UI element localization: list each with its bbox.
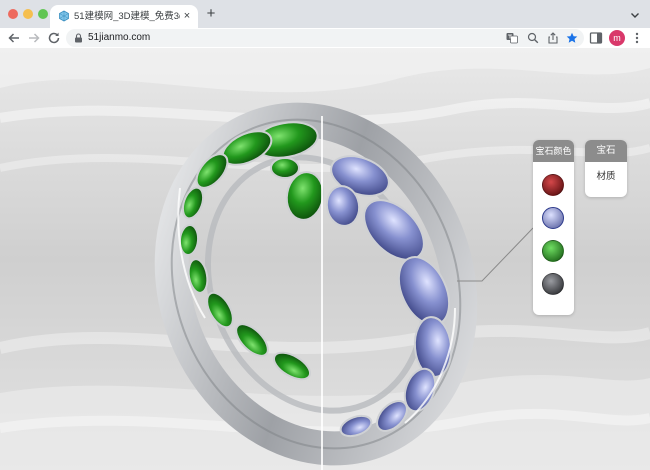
window-close-button[interactable] [8,9,18,19]
material-panel-title[interactable]: 宝石 [585,140,627,162]
gem-color-panel: 宝石颜色 [533,140,574,315]
window-minimize-button[interactable] [23,9,33,19]
back-arrow-icon[interactable] [6,30,22,46]
material-option[interactable]: 材质 [585,170,627,184]
lock-icon[interactable] [74,33,83,43]
swatch-emerald[interactable] [542,240,564,262]
swatch-black[interactable] [542,273,564,295]
new-tab-button[interactable]: + [204,6,218,21]
translate-icon[interactable] [506,32,518,44]
url-text[interactable]: 51jianmo.com [88,31,150,45]
swatch-ruby[interactable] [542,174,564,196]
bookmark-star-icon[interactable] [566,32,578,44]
forward-arrow-icon[interactable] [26,30,42,46]
gem-color-panel-title: 宝石颜色 [533,140,574,162]
tab-close-icon[interactable]: × [181,10,193,22]
more-menu-icon[interactable] [630,31,644,45]
tab-search-chevron-icon[interactable] [628,8,642,22]
site-favicon-icon [59,10,69,22]
tab-strip: 51建模网_3D建模_免费3d模型下载 × + [0,0,650,28]
zoom-icon[interactable] [527,32,539,44]
tab-title: 51建模网_3D建模_免费3d模型下载 [74,11,180,22]
swatch-sapphire[interactable] [542,207,564,229]
browser-tab[interactable]: 51建模网_3D建模_免费3d模型下载 × [50,5,198,28]
browser-toolbar: 51jianmo.com m [0,28,650,48]
address-bar[interactable]: 51jianmo.com [66,29,584,47]
side-panel-icon[interactable] [589,31,603,45]
3d-viewport[interactable]: 宝石颜色 宝石 材质 [0,48,650,470]
window-maximize-button[interactable] [38,9,48,19]
profile-avatar[interactable]: m [609,30,625,46]
share-icon[interactable] [547,32,559,44]
material-panel: 宝石 材质 [585,140,627,197]
reload-icon[interactable] [46,30,62,46]
